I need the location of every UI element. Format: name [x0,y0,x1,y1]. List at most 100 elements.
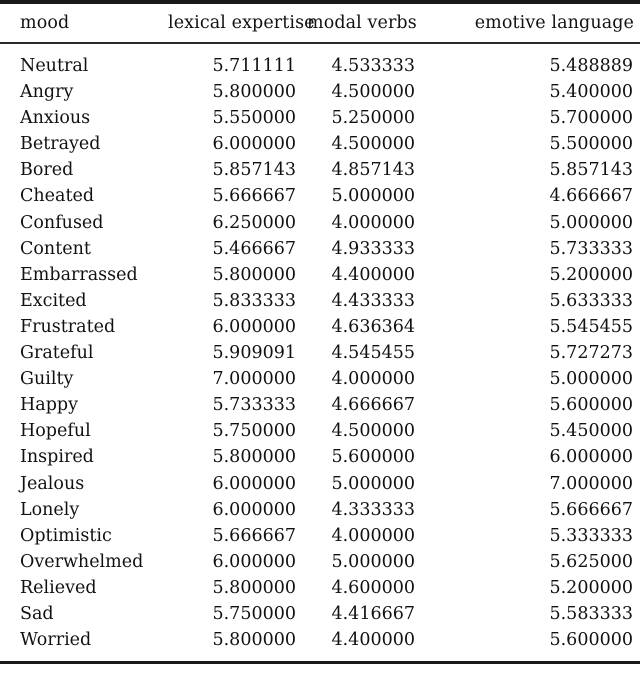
table-row: Relieved 5.800000 4.600000 5.200000 [0,575,640,601]
cell-modal-verbs: 4.600000 [331,577,415,598]
cell-lexical-expertise: 5.750000 [212,421,296,442]
cell-lexical-expertise: 6.000000 [212,473,296,494]
cell-modal-verbs: 4.500000 [331,421,415,442]
cell-lexical-expertise: 6.250000 [212,212,296,233]
cell-lexical-expertise: 5.833333 [212,290,296,311]
table-row: Hopeful 5.750000 4.500000 5.450000 [0,418,640,444]
table-row: Jealous 6.000000 5.000000 7.000000 [0,471,640,497]
cell-modal-verbs: 4.000000 [331,525,415,546]
cell-modal-verbs: 4.500000 [331,82,415,103]
cell-emotive-language: 5.488889 [549,56,633,76]
cell-emotive-language: 5.000000 [549,212,633,233]
cell-lexical-expertise: 5.550000 [212,108,296,129]
cell-lexical-expertise: 5.666667 [212,186,296,207]
table-row: Happy 5.733333 4.666667 5.600000 [0,392,640,418]
cell-modal-verbs: 5.000000 [331,473,415,494]
cell-emotive-language: 6.000000 [549,447,633,468]
column-header-emotive-language: emotive language [428,0,640,44]
table-row: Optimistic 5.666667 4.000000 5.333333 [0,523,640,549]
table-row: Excited 5.833333 4.433333 5.633333 [0,288,640,314]
cell-modal-verbs: 5.600000 [331,447,415,468]
table-header-row: mood lexical expertise modal verbs emoti… [0,0,640,44]
cell-lexical-expertise: 5.800000 [168,627,307,665]
cell-mood: Inspired [20,447,94,468]
cell-emotive-language: 5.200000 [549,577,633,598]
table-row: Content 5.466667 4.933333 5.733333 [0,236,640,262]
cell-modal-verbs: 4.857143 [331,160,415,181]
cell-modal-verbs: 4.400000 [307,627,428,665]
cell-modal-verbs: 5.000000 [331,551,415,572]
cell-modal-verbs: 4.545455 [331,343,415,364]
column-header-modal-verbs: modal verbs [307,0,428,44]
cell-emotive-language: 5.857143 [549,160,633,181]
table-row: Bored 5.857143 4.857143 5.857143 [0,157,640,183]
cell-mood: Worried [0,627,168,665]
cell-mood: Sad [20,603,54,624]
table-row: Worried 5.800000 4.400000 5.600000 [0,627,640,665]
cell-lexical-expertise: 7.000000 [212,369,296,390]
cell-emotive-language: 7.000000 [549,473,633,494]
cell-emotive-language: 5.625000 [549,551,633,572]
cell-lexical-expertise: 5.666667 [212,525,296,546]
cell-modal-verbs: 4.333333 [331,499,415,520]
table-row: Sad 5.750000 4.416667 5.583333 [0,601,640,627]
cell-emotive-language: 5.600000 [549,395,633,416]
cell-mood: Neutral [20,56,89,76]
cell-mood: Frustrated [20,316,116,337]
cell-lexical-expertise: 6.000000 [212,499,296,520]
cell-mood: Confused [20,212,104,233]
table-row: Guilty 7.000000 4.000000 5.000000 [0,366,640,392]
column-header-lexical-expertise: lexical expertise [168,0,315,44]
cell-emotive-language: 5.633333 [549,290,633,311]
cell-mood: Embarrassed [20,264,138,285]
column-header-mood: mood [0,0,168,44]
table-body: Neutral 5.711111 4.533333 5.488889 Angry 5.80… [0,43,640,665]
cell-emotive-language: 5.500000 [549,134,633,155]
cell-emotive-language: 5.700000 [549,108,633,129]
cell-lexical-expertise: 5.800000 [212,447,296,468]
cell-mood: Happy [20,395,78,416]
cell-modal-verbs: 4.933333 [331,238,415,259]
cell-lexical-expertise: 5.857143 [212,160,296,181]
cell-lexical-expertise: 5.711111 [212,56,296,76]
table-row: Inspired 5.800000 5.600000 6.000000 [0,444,640,470]
table-row: Neutral 5.711111 4.533333 5.488889 [0,43,640,79]
cell-modal-verbs: 4.533333 [331,56,415,76]
cell-lexical-expertise: 6.000000 [212,551,296,572]
cell-mood: Cheated [20,186,95,207]
mood-statistics-table: mood lexical expertise modal verbs emoti… [0,0,640,665]
cell-emotive-language: 4.666667 [549,186,633,207]
cell-modal-verbs: 4.636364 [331,316,415,337]
cell-modal-verbs: 5.000000 [331,186,415,207]
cell-emotive-language: 5.600000 [428,627,640,665]
cell-mood: Guilty [20,369,74,390]
table-row: Betrayed 6.000000 4.500000 5.500000 [0,131,640,157]
cell-emotive-language: 5.400000 [549,82,633,103]
cell-lexical-expertise: 5.800000 [212,82,296,103]
cell-mood: Grateful [20,343,94,364]
cell-mood: Betrayed [20,134,101,155]
table-row: Angry 5.800000 4.500000 5.400000 [0,79,640,105]
cell-modal-verbs: 4.400000 [331,264,415,285]
cell-emotive-language: 5.727273 [549,343,633,364]
cell-modal-verbs: 4.000000 [331,369,415,390]
table-row: Confused 6.250000 4.000000 5.000000 [0,210,640,236]
cell-mood: Anxious [20,108,91,129]
cell-emotive-language: 5.000000 [549,369,633,390]
cell-emotive-language: 5.583333 [549,603,633,624]
cell-modal-verbs: 5.250000 [331,108,415,129]
cell-modal-verbs: 4.416667 [331,603,415,624]
cell-emotive-language: 5.450000 [549,421,633,442]
cell-lexical-expertise: 5.800000 [212,264,296,285]
table-row: Overwhelmed 6.000000 5.000000 5.625000 [0,549,640,575]
statistics-table-container: mood lexical expertise modal verbs emoti… [0,0,640,665]
cell-modal-verbs: 4.000000 [331,212,415,233]
cell-lexical-expertise: 6.000000 [212,134,296,155]
cell-emotive-language: 5.733333 [549,238,633,259]
cell-mood: Lonely [20,499,80,520]
cell-lexical-expertise: 5.466667 [212,238,296,259]
cell-lexical-expertise: 5.909091 [212,343,296,364]
cell-modal-verbs: 4.500000 [331,134,415,155]
cell-emotive-language: 5.333333 [549,525,633,546]
table-row: Lonely 6.000000 4.333333 5.666667 [0,497,640,523]
